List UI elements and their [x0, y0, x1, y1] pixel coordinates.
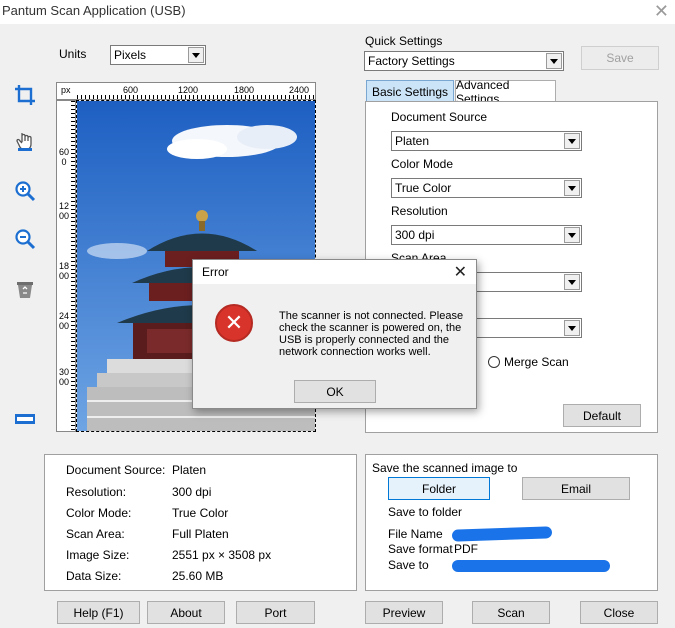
- info-value: 2551 px × 3508 px: [172, 548, 272, 562]
- info-value: True Color: [172, 506, 229, 520]
- error-dialog-title: Error: [202, 265, 229, 279]
- info-value: Full Platen: [172, 527, 229, 541]
- info-label: Resolution:: [66, 485, 127, 499]
- ruler-top-tick: 600: [123, 85, 139, 95]
- title-bar: Pantum Scan Application (USB) ✕: [0, 0, 675, 24]
- help-button[interactable]: Help (F1): [57, 601, 140, 624]
- ruler-top-tick: 1800: [234, 85, 255, 95]
- redaction-mark: [452, 560, 610, 572]
- preview-button[interactable]: Preview: [365, 601, 443, 624]
- save-format-value: PDF: [454, 542, 478, 556]
- chevron-down-icon: [564, 180, 580, 196]
- chevron-down-icon: [188, 47, 204, 63]
- color-mode-label: Color Mode: [391, 157, 454, 171]
- chevron-down-icon: [564, 227, 580, 243]
- folder-button[interactable]: Folder: [388, 477, 490, 500]
- merge-scan-label: Merge Scan: [504, 355, 569, 369]
- crop-icon[interactable]: [12, 82, 38, 108]
- units-label: Units: [59, 47, 87, 61]
- ruler-top: px 600 1200 1800 2400: [56, 82, 316, 100]
- tab-advanced-settings[interactable]: Advanced Settings: [455, 78, 556, 106]
- info-label: Color Mode:: [66, 506, 132, 520]
- recycle-bin-icon[interactable]: [12, 276, 38, 302]
- quick-settings-value: Factory Settings: [368, 54, 455, 68]
- info-label: Scan Area:: [66, 527, 125, 541]
- ruler-left-tick: 600: [59, 147, 70, 167]
- chevron-down-icon: [546, 53, 562, 69]
- save-section-title: Save the scanned image to: [372, 461, 518, 475]
- about-button[interactable]: About: [147, 601, 225, 624]
- default-button[interactable]: Default: [563, 404, 641, 427]
- zoom-in-icon[interactable]: [12, 178, 38, 204]
- ruler-left-tick: 1800: [59, 261, 70, 281]
- units-select[interactable]: Pixels: [110, 45, 206, 65]
- document-source-label: Document Source: [391, 110, 488, 124]
- resolution-label: Resolution: [391, 204, 448, 218]
- error-dialog-titlebar: Error ✕: [193, 260, 476, 284]
- hand-icon[interactable]: [12, 128, 38, 154]
- ruler-left-tick: 3000: [59, 367, 70, 387]
- save-format-label: Save format: [388, 542, 453, 556]
- ruler-top-tick: 2400: [289, 85, 310, 95]
- chevron-down-icon: [564, 320, 580, 336]
- info-value: Platen: [172, 463, 207, 477]
- quick-settings-label: Quick Settings: [365, 34, 443, 48]
- fit-page-icon[interactable]: [12, 406, 38, 432]
- scan-button[interactable]: Scan: [472, 601, 550, 624]
- info-label: Document Source:: [66, 463, 166, 477]
- info-value: 300 dpi: [172, 485, 212, 499]
- window-close-button[interactable]: ✕: [654, 1, 669, 22]
- ruler-unit: px: [61, 85, 71, 95]
- tab-basic-settings[interactable]: Basic Settings: [366, 80, 454, 102]
- units-select-value: Pixels: [114, 48, 147, 62]
- chevron-down-icon: [564, 274, 580, 290]
- ruler-left-tick: 1200: [59, 201, 70, 221]
- file-name-label: File Name: [388, 527, 443, 541]
- info-label: Data Size:: [66, 569, 122, 583]
- quick-settings-save-button[interactable]: Save: [581, 46, 659, 70]
- error-message: The scanner is not connected. Please che…: [279, 310, 464, 358]
- close-button[interactable]: Close: [580, 601, 658, 624]
- info-label: Image Size:: [66, 548, 130, 562]
- save-to-folder-label: Save to folder: [388, 505, 463, 519]
- ruler-left: 600 1200 1800 2400 3000: [56, 100, 76, 432]
- resolution-select[interactable]: 300 dpi: [391, 225, 582, 245]
- save-to-label: Save to: [388, 558, 429, 572]
- error-dialog-close-button[interactable]: ✕: [454, 262, 467, 282]
- error-dialog: Error ✕ ✕ The scanner is not connected. …: [192, 259, 477, 409]
- window-title: Pantum Scan Application (USB): [2, 3, 186, 18]
- error-icon: ✕: [215, 304, 253, 342]
- quick-settings-select[interactable]: Factory Settings: [364, 51, 564, 71]
- ruler-top-tick: 1200: [178, 85, 199, 95]
- ok-button[interactable]: OK: [294, 380, 376, 403]
- zoom-out-icon[interactable]: [12, 226, 38, 252]
- merge-scan-radio[interactable]: [488, 356, 500, 368]
- port-button[interactable]: Port: [236, 601, 315, 624]
- resolution-value: 300 dpi: [395, 228, 435, 242]
- color-mode-select[interactable]: True Color: [391, 178, 582, 198]
- ruler-left-tick: 2400: [59, 311, 70, 331]
- document-source-select[interactable]: Platen: [391, 131, 582, 151]
- color-mode-value: True Color: [395, 181, 452, 195]
- document-source-value: Platen: [395, 134, 430, 148]
- email-button[interactable]: Email: [522, 477, 630, 500]
- info-value: 25.60 MB: [172, 569, 224, 583]
- chevron-down-icon: [564, 133, 580, 149]
